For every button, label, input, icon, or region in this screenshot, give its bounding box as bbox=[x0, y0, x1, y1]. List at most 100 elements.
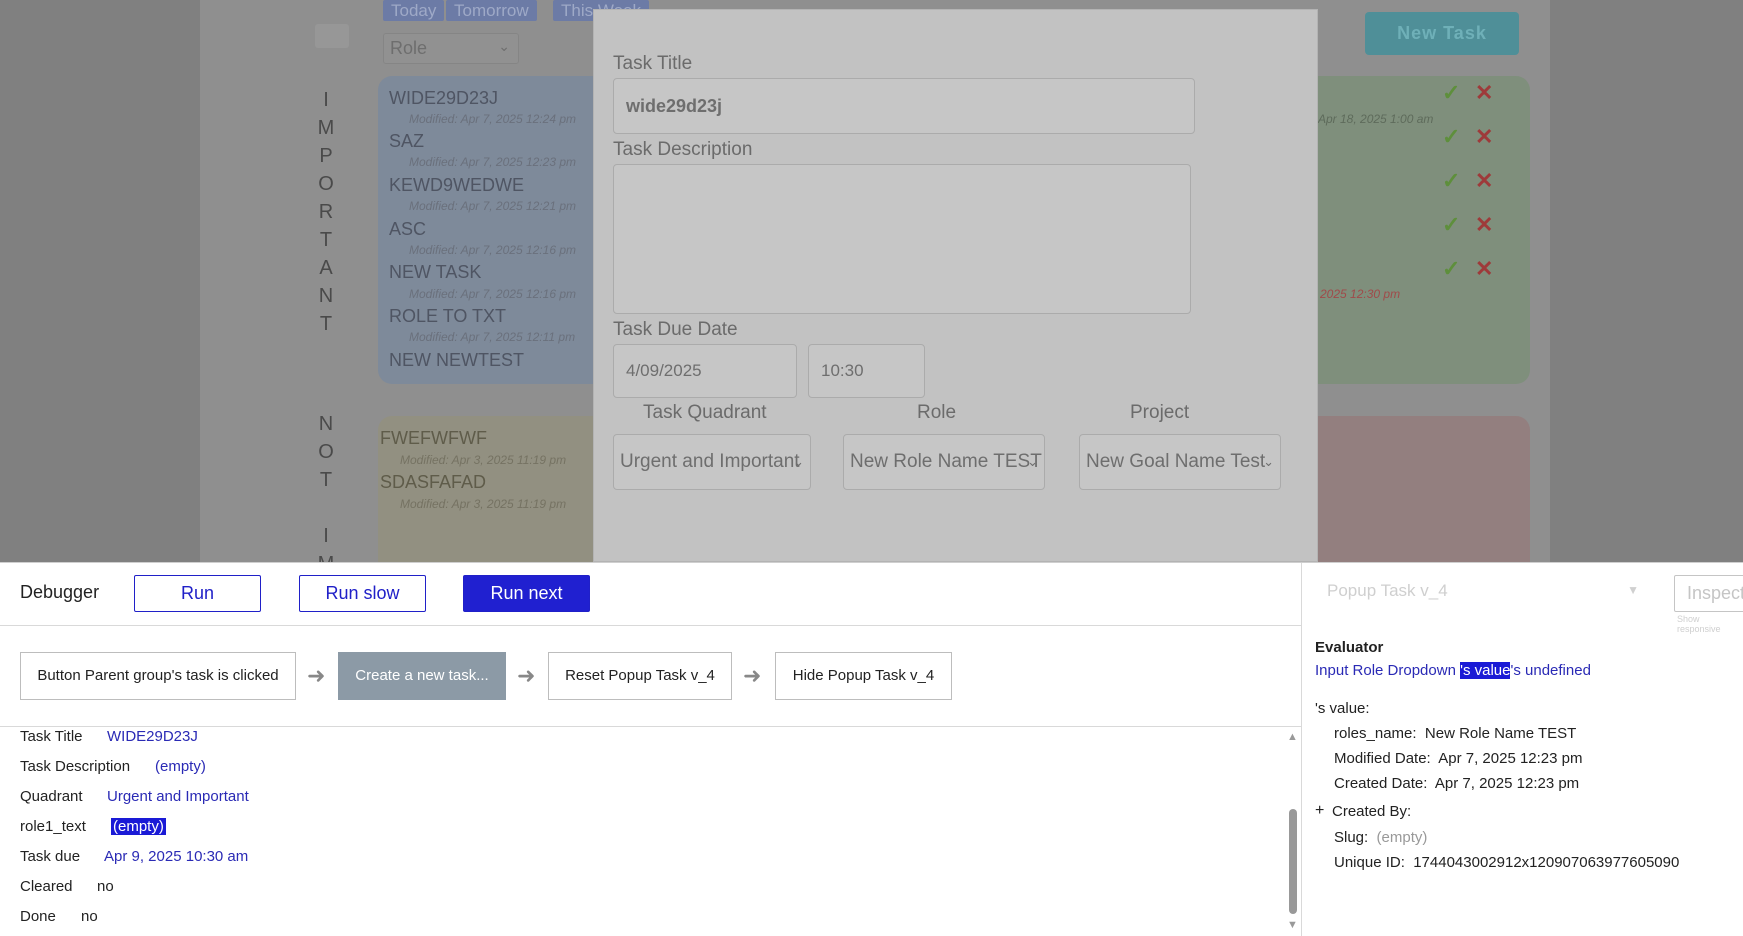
scrollbar-thumb[interactable] bbox=[1289, 809, 1297, 914]
workflow-step[interactable]: Reset Popup Task v_4 bbox=[548, 652, 732, 700]
check-icon[interactable]: ✓ bbox=[1442, 212, 1460, 238]
run-slow-button[interactable]: Run slow bbox=[299, 575, 426, 612]
property-key: Cleared bbox=[20, 878, 73, 895]
properties-scrollbar[interactable]: ▲ ▼ bbox=[1287, 731, 1299, 931]
property-value: no bbox=[81, 908, 98, 925]
task-description-input[interactable] bbox=[613, 164, 1191, 314]
expression-part-selected[interactable]: 's value bbox=[1460, 662, 1511, 679]
task-item-name[interactable]: WIDE29D23J bbox=[389, 88, 498, 109]
task-item-name[interactable]: ASC bbox=[389, 219, 426, 240]
close-icon[interactable]: ✕ bbox=[1475, 256, 1493, 282]
property-key: Done bbox=[20, 908, 56, 925]
arrow-right-icon: ➜ bbox=[307, 663, 326, 688]
property-value[interactable]: Apr 9, 2025 10:30 am bbox=[104, 848, 248, 865]
task-item-modified: Apr 18, 2025 1:00 am bbox=[1318, 112, 1434, 126]
evaluator-field: Modified Date: Apr 7, 2025 12:23 pm bbox=[1334, 750, 1583, 767]
created-by-field[interactable]: Created By: bbox=[1332, 803, 1411, 820]
task-item-modified: Modified: Apr 7, 2025 12:23 pm bbox=[409, 155, 576, 169]
checkbox-placeholder[interactable] bbox=[315, 24, 349, 48]
task-item-modified: Modified: Apr 7, 2025 12:16 pm bbox=[409, 243, 576, 257]
task-due-time-input[interactable]: 10:30 bbox=[808, 344, 925, 398]
task-item-name[interactable]: ROLE TO TXT bbox=[389, 306, 506, 327]
inspect-button[interactable]: Inspect bbox=[1674, 575, 1743, 612]
chevron-down-icon: ⌄ bbox=[1027, 454, 1038, 469]
task-item-name[interactable]: NEW NEWTEST bbox=[389, 350, 524, 371]
expression-part[interactable]: 's undefined bbox=[1510, 662, 1590, 679]
workflow-step[interactable]: Button Parent group's task is clicked bbox=[20, 652, 296, 700]
evaluator-field: Created Date: Apr 7, 2025 12:23 pm bbox=[1334, 775, 1580, 792]
task-item-modified: Modified: Apr 7, 2025 12:16 pm bbox=[409, 287, 576, 301]
close-icon[interactable]: ✕ bbox=[1475, 212, 1493, 238]
task-item-name[interactable]: SAZ bbox=[389, 131, 424, 152]
project-label: Project bbox=[1130, 402, 1190, 423]
task-due-date-input[interactable]: 4/09/2025 bbox=[613, 344, 797, 398]
task-item-modified-overdue: 2025 12:30 pm bbox=[1320, 287, 1401, 301]
role-filter-select[interactable]: Role ⌄ bbox=[383, 33, 519, 64]
divider bbox=[0, 625, 1302, 626]
not-label: N O T bbox=[318, 413, 334, 491]
workflow-step-active[interactable]: Create a new task... bbox=[338, 652, 506, 700]
check-icon[interactable]: ✓ bbox=[1442, 168, 1460, 194]
expand-plus-icon[interactable]: + bbox=[1315, 802, 1324, 820]
task-item-modified: Modified: Apr 3, 2025 11:19 pm bbox=[400, 497, 567, 511]
scroll-down-icon[interactable]: ▼ bbox=[1287, 919, 1298, 931]
task-quadrant-label: Task Quadrant bbox=[643, 402, 767, 423]
element-select-value: Popup Task v_4 bbox=[1327, 581, 1448, 600]
task-item-modified: Modified: Apr 3, 2025 11:19 pm bbox=[400, 453, 567, 467]
task-item-name[interactable]: KEWD9WEDWE bbox=[389, 175, 524, 196]
property-value[interactable]: Urgent and Important bbox=[107, 788, 249, 805]
task-item-name[interactable]: NEW TASK bbox=[389, 262, 481, 283]
run-button[interactable]: Run bbox=[134, 575, 261, 612]
task-due-label: Task Due Date bbox=[613, 319, 738, 340]
show-responsive-link[interactable]: Show responsive bbox=[1677, 614, 1743, 634]
debugger-title: Debugger bbox=[20, 582, 100, 602]
property-key: Task Title bbox=[20, 728, 83, 745]
arrow-right-icon: ➜ bbox=[743, 663, 762, 688]
evaluator-title: Evaluator bbox=[1315, 639, 1384, 656]
check-icon[interactable]: ✓ bbox=[1442, 124, 1460, 150]
property-key: Task due bbox=[20, 848, 81, 865]
chevron-down-icon: ⌄ bbox=[793, 454, 804, 469]
expression-part[interactable]: Input Role Dropdown bbox=[1315, 662, 1460, 679]
role-dropdown-value: New Role Name TEST bbox=[850, 451, 1042, 472]
task-item-name[interactable]: SDASFAFAD bbox=[380, 472, 486, 493]
new-task-button[interactable]: New Task bbox=[1365, 12, 1519, 55]
task-popup: Task Title wide29d23j Task Description T… bbox=[593, 9, 1318, 562]
scroll-up-icon[interactable]: ▲ bbox=[1287, 731, 1298, 743]
task-description-label: Task Description bbox=[613, 139, 753, 160]
task-quadrant-value: Urgent and Important bbox=[620, 451, 800, 472]
task-quadrant-select[interactable]: Urgent and Important ⌄ bbox=[613, 434, 811, 490]
close-icon[interactable]: ✕ bbox=[1475, 124, 1493, 150]
property-value[interactable]: WIDE29D23J bbox=[107, 728, 198, 745]
evaluator-field: roles_name: New Role Name TEST bbox=[1334, 725, 1577, 742]
property-value[interactable]: (empty) bbox=[155, 758, 206, 775]
close-icon[interactable]: ✕ bbox=[1475, 168, 1493, 194]
close-icon[interactable]: ✕ bbox=[1475, 80, 1493, 106]
element-select[interactable]: Popup Task v_4 ▼ bbox=[1327, 581, 1647, 611]
debugger-inspector: Popup Task v_4 ▼ Inspect Show responsive… bbox=[1303, 563, 1743, 936]
divider bbox=[0, 726, 1302, 727]
check-icon[interactable]: ✓ bbox=[1442, 80, 1460, 106]
important-label: I M P O R T A N T bbox=[317, 89, 335, 335]
not-important-label: I M bbox=[318, 525, 335, 562]
project-dropdown-value: New Goal Name Test bbox=[1086, 451, 1266, 472]
filter-today[interactable]: Today bbox=[383, 0, 445, 21]
property-value-selected[interactable]: (empty) bbox=[111, 818, 166, 835]
background-app: Today Tomorrow This Week Role ⌄ New Task… bbox=[0, 0, 1743, 562]
task-item-modified: Modified: Apr 7, 2025 12:21 pm bbox=[409, 199, 576, 213]
property-key: Quadrant bbox=[20, 788, 83, 805]
evaluator-expression[interactable]: Input Role Dropdown 's value's undefined bbox=[1315, 662, 1591, 679]
task-item-name[interactable]: FWEFWFWF bbox=[380, 428, 487, 449]
evaluator-field: Unique ID: 1744043002912x120907063977605… bbox=[1334, 854, 1680, 871]
task-title-input[interactable]: wide29d23j bbox=[613, 78, 1195, 134]
project-dropdown[interactable]: New Goal Name Test ⌄ bbox=[1079, 434, 1281, 490]
task-item-modified: Modified: Apr 7, 2025 12:24 pm bbox=[409, 112, 576, 126]
arrow-right-icon: ➜ bbox=[517, 663, 536, 688]
workflow-step[interactable]: Hide Popup Task v_4 bbox=[775, 652, 952, 700]
filter-tomorrow[interactable]: Tomorrow bbox=[446, 0, 537, 21]
check-icon[interactable]: ✓ bbox=[1442, 256, 1460, 282]
run-next-button[interactable]: Run next bbox=[463, 575, 590, 612]
debugger-main: Debugger Run Run slow Run next Button Pa… bbox=[0, 563, 1302, 936]
role-dropdown[interactable]: New Role Name TEST ⌄ bbox=[843, 434, 1045, 490]
property-key: Task Description bbox=[20, 758, 131, 775]
